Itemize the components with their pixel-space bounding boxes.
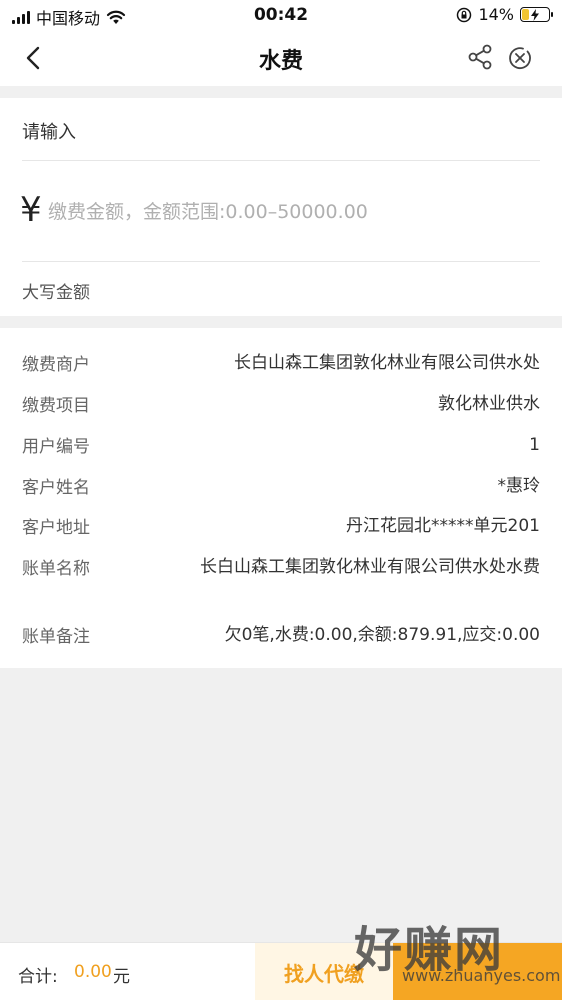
detail-value: 长白山森工集团敦化林业有限公司供水处 [234,353,540,373]
water-fee-page: 中国移动 00:42 14% 水费 请输入 ¥ 缴费金额，金额范围:0.00–5… [0,0,562,1000]
detail-value: 丹江花园北*****单元201 [346,516,540,536]
detail-label: 客户地址 [22,518,90,538]
detail-label: 账单名称 [22,559,90,579]
detail-value: 敦化林业供水 [438,394,540,414]
detail-value: 长白山森工集团敦化林业有限公司供水处水费 [200,557,540,577]
amount-input-card: 请输入 ¥ 大写金额 [0,98,562,316]
divider [22,261,540,262]
battery-charging-icon [520,7,553,22]
proxy-pay-button[interactable]: 找人代缴 [255,943,393,1000]
currency-symbol: ¥ [20,190,42,230]
input-section-label: 请输入 [22,122,76,143]
total-unit: 元 [113,967,130,987]
detail-label: 用户编号 [22,437,90,457]
detail-label: 缴费项目 [22,396,90,416]
detail-value: *惠玲 [497,476,541,496]
detail-label: 账单备注 [22,627,90,647]
amount-input[interactable] [48,198,538,226]
pay-button[interactable] [393,943,562,1000]
orientation-lock-icon [457,7,472,22]
detail-label: 客户姓名 [22,478,90,498]
detail-value: 1 [529,435,540,455]
bottom-bar: 合计: 0.00 元 找人代缴 [0,942,562,1000]
nav-bar: 水费 [0,30,562,86]
detail-value: 欠0笔,水费:0.00,余额:879.91,应交:0.00 [224,625,540,645]
status-bar: 中国移动 00:42 14% [0,0,562,30]
total-value: 0.00 [74,962,112,982]
status-right: 14% [456,5,553,24]
bill-details-card: 缴费商户 长白山森工集团敦化林业有限公司供水处 缴费项目 敦化林业供水 用户编号… [0,328,562,668]
total-label: 合计: [18,967,58,987]
share-icon[interactable] [466,43,494,71]
close-circle-icon[interactable] [507,45,533,71]
battery-percent: 14% [478,5,514,24]
battery-level [522,9,529,20]
bolt-icon [531,8,539,21]
divider [22,160,540,161]
detail-label: 缴费商户 [22,355,90,375]
capital-amount-label: 大写金额 [22,283,90,303]
